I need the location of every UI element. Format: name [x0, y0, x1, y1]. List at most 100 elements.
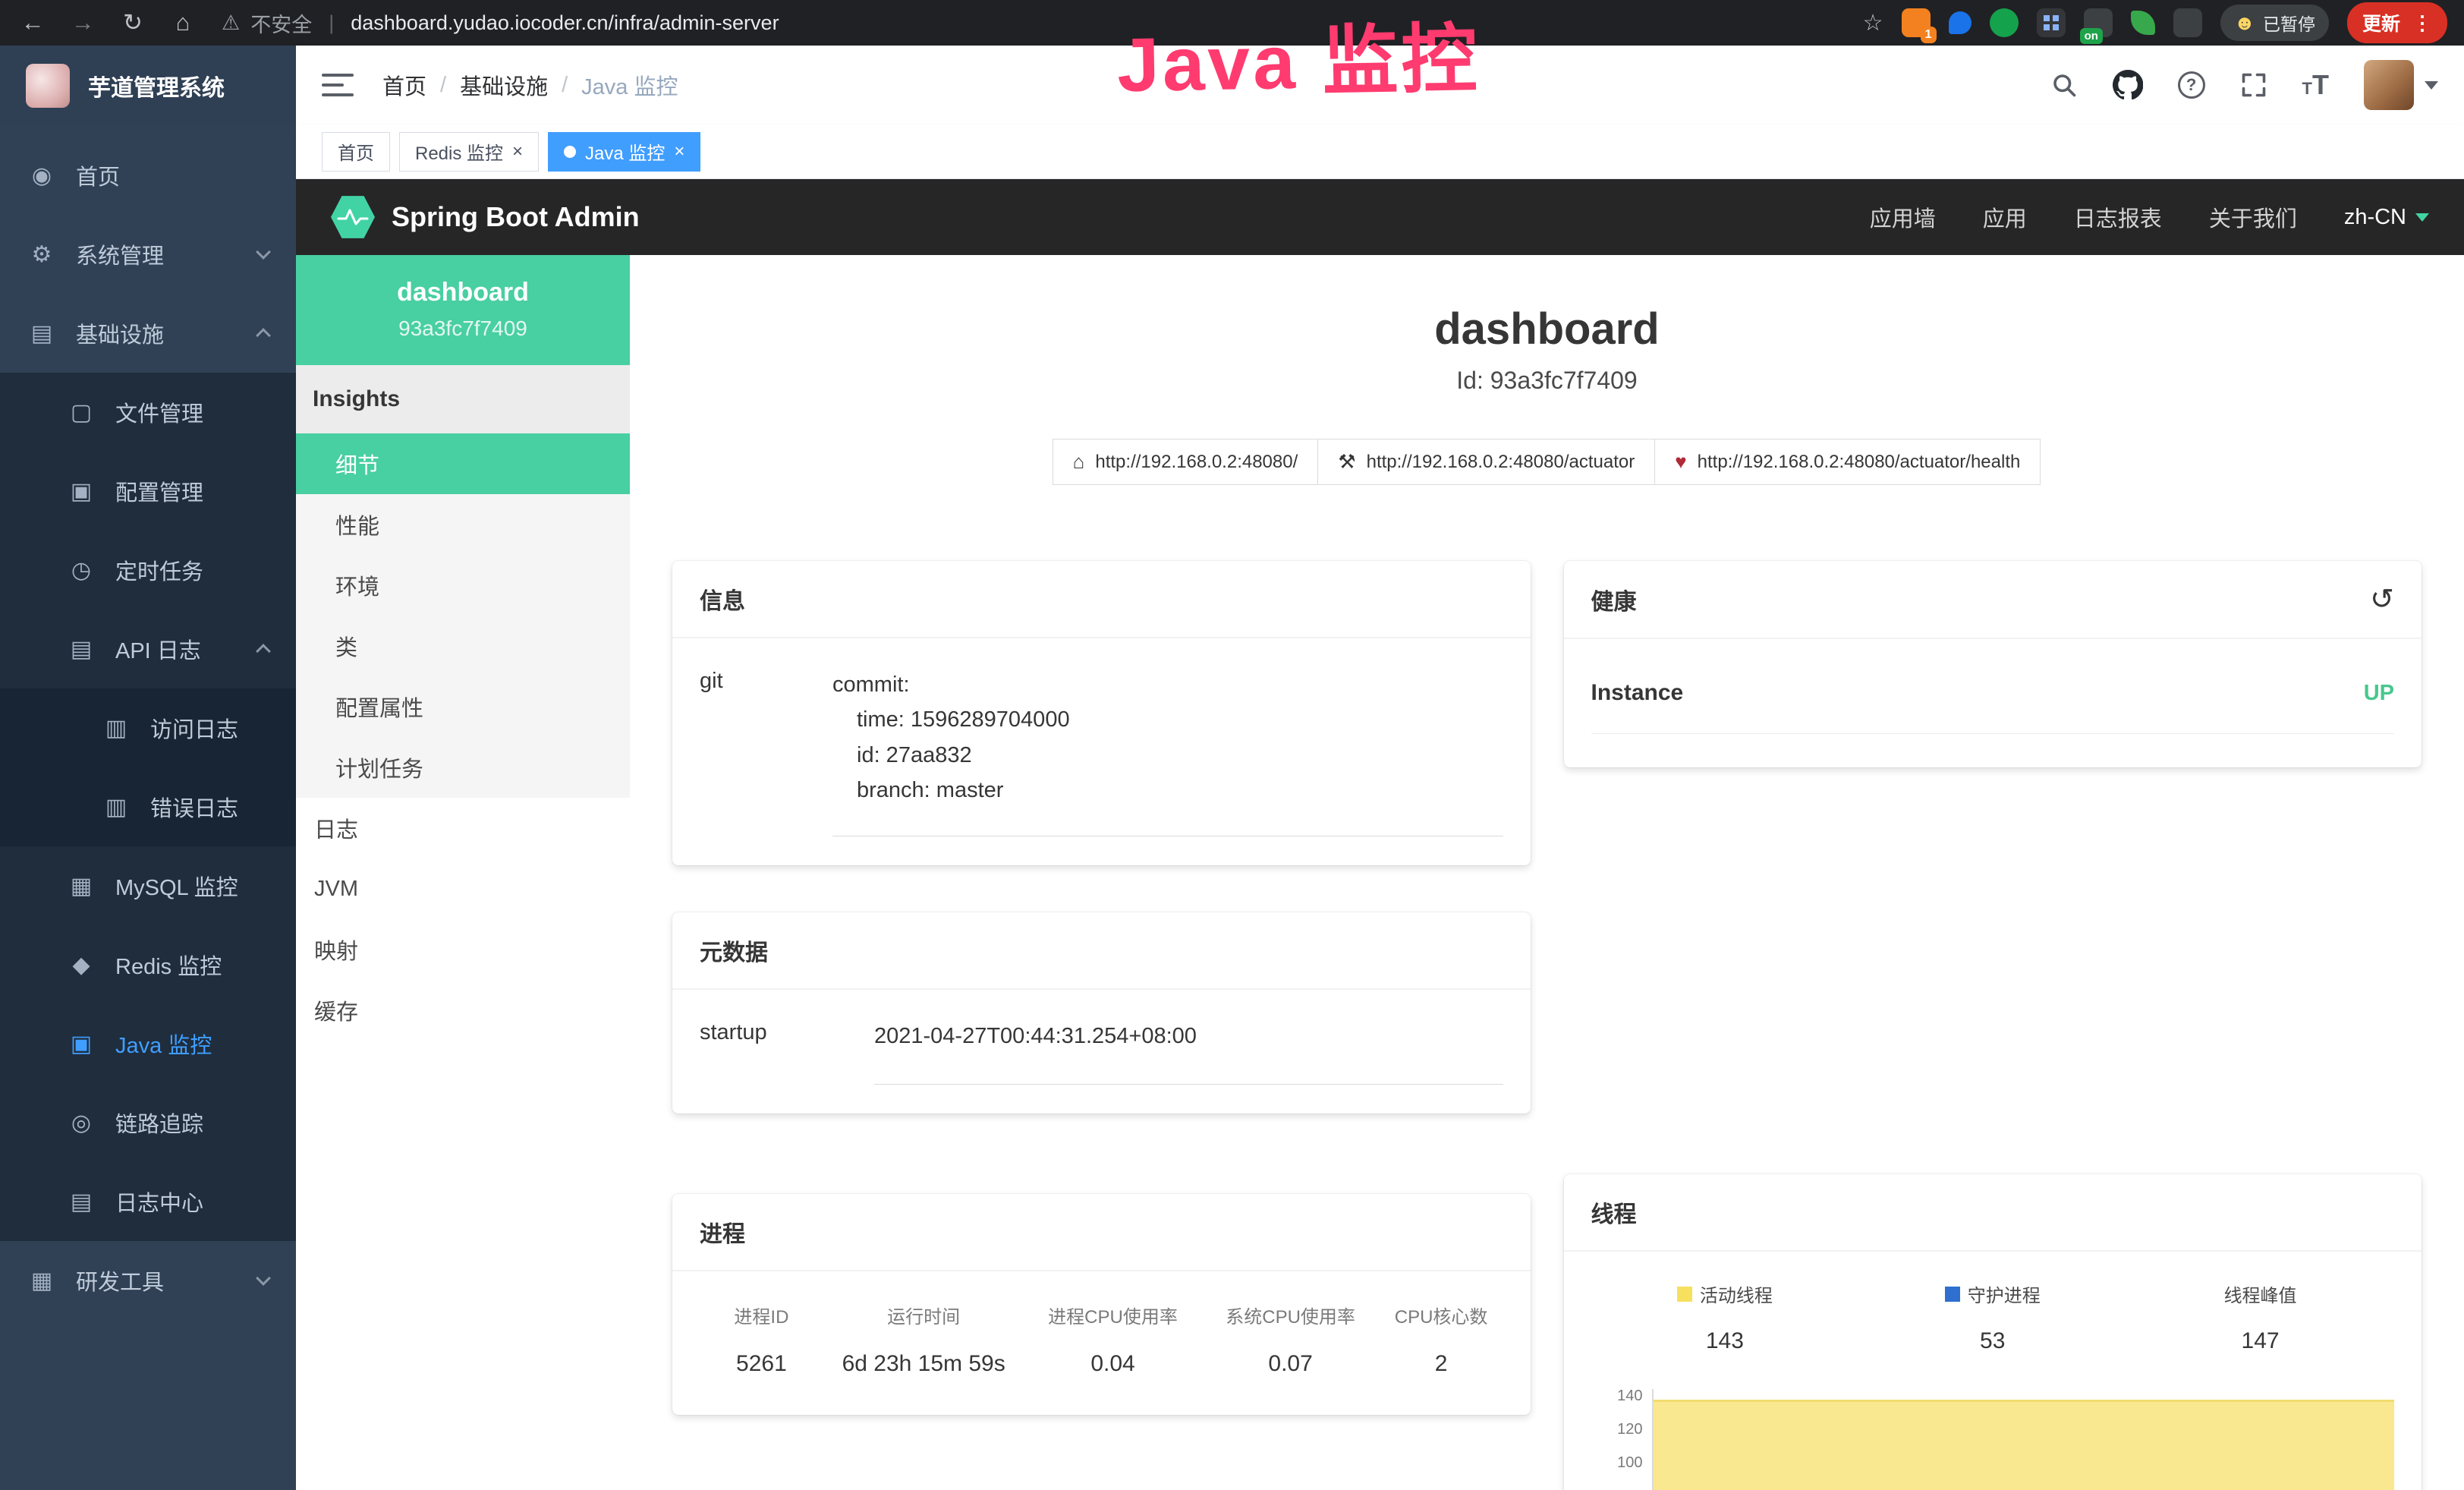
extension-drop-icon[interactable] [1949, 11, 1972, 34]
extension-grid-icon[interactable] [2037, 8, 2066, 37]
browser-home-button[interactable]: ⌂ [167, 9, 199, 36]
avatar[interactable] [2364, 60, 2414, 110]
smiley-icon: ☻ [2234, 11, 2255, 35]
paused-extension-pill[interactable]: ☻ 已暂停 [2220, 5, 2329, 41]
instance-link-root[interactable]: ⌂ http://192.168.0.2:48080/ [1053, 439, 1319, 485]
extension-leaf-icon[interactable] [2131, 11, 2155, 35]
process-col-header: CPU核心数 [1380, 1302, 1503, 1328]
sidebar-item-file-management[interactable]: ▢ 文件管理 [0, 373, 296, 452]
tab-java-monitor[interactable]: Java 监控 × [548, 132, 700, 172]
close-icon[interactable]: × [512, 143, 523, 161]
process-card: 进程 进程ID 5261 运行时间 [672, 1194, 1531, 1415]
search-icon[interactable] [2050, 71, 2078, 99]
sidebar-item-access-logs[interactable]: ▥ 访问日志 [0, 688, 296, 767]
tab-redis-monitor[interactable]: Redis 监控 × [399, 132, 539, 172]
fullscreen-icon[interactable] [2240, 71, 2267, 99]
breadcrumb-home[interactable]: 首页 [382, 69, 426, 101]
sba-locale-select[interactable]: zh-CN [2344, 205, 2429, 230]
sidebar-item-mysql-monitor[interactable]: ▦ MySQL 监控 [0, 846, 296, 925]
extension-fox-icon[interactable]: 1 [1902, 8, 1931, 37]
sidebar-item-error-logs[interactable]: ▥ 错误日志 [0, 767, 296, 846]
sba-item-metrics[interactable]: 性能 [296, 494, 630, 555]
sba-nav-applications[interactable]: 应用 [1983, 201, 2027, 233]
browser-reload-button[interactable]: ↻ [117, 9, 149, 36]
y-tick: 100 [1617, 1456, 1642, 1489]
sba-nav-journal[interactable]: 日志报表 [2074, 201, 2162, 233]
sidebar-item-home[interactable]: ◉ 首页 [0, 136, 296, 215]
sba-header: Spring Boot Admin 应用墙 应用 日志报表 关于我们 zh-CN [296, 179, 2464, 255]
url-text: dashboard.yudao.iocoder.cn/infra/admin-s… [351, 11, 779, 35]
sba-item-jvm[interactable]: JVM [296, 858, 630, 919]
sidebar-item-log-center[interactable]: ▤ 日志中心 [0, 1162, 296, 1241]
tab-label: 首页 [338, 138, 374, 165]
sba-item-classes[interactable]: 类 [296, 616, 630, 676]
extension-plug-icon[interactable] [2173, 8, 2202, 37]
browser-back-button[interactable]: ← [17, 9, 49, 36]
sidebar-item-label: 文件管理 [115, 396, 203, 428]
sidebar-item-redis-monitor[interactable]: ◆ Redis 监控 [0, 925, 296, 1004]
threads-chart-plot [1652, 1389, 2395, 1490]
sidebar-item-api-logs[interactable]: ▤ API 日志 [0, 610, 296, 688]
threads-card: 线程 活动线程 143 [1564, 1174, 2422, 1490]
sba-item-environment[interactable]: 环境 [296, 555, 630, 616]
tab-home[interactable]: 首页 [322, 132, 390, 172]
breadcrumb-infrastructure[interactable]: 基础设施 [460, 69, 548, 101]
daemon-threads-swatch [1945, 1287, 1960, 1302]
address-bar[interactable]: ⚠ 不安全 | dashboard.yudao.iocoder.cn/infra… [222, 8, 779, 38]
sidebar-item-infrastructure[interactable]: ▤ 基础设施 [0, 294, 296, 373]
peak-threads-label: 线程峰值 [2224, 1281, 2297, 1307]
sba-instance-header[interactable]: dashboard 93a3fc7f7409 [296, 255, 630, 365]
sba-item-caches[interactable]: 缓存 [296, 980, 630, 1041]
process-col-value: 0.07 [1202, 1351, 1380, 1377]
sidebar-item-system-management[interactable]: ⚙ 系统管理 [0, 215, 296, 294]
browser-forward-button[interactable]: → [67, 9, 99, 36]
sidebar-item-dev-tools[interactable]: ▦ 研发工具 [0, 1241, 296, 1320]
process-card-title: 进程 [672, 1194, 1531, 1271]
sba-nav-wallboard[interactable]: 应用墙 [1870, 201, 1936, 233]
user-menu[interactable] [2364, 60, 2438, 110]
extension-switch-icon[interactable]: on [2084, 8, 2113, 37]
sidebar-item-java-monitor[interactable]: ▣ Java 监控 [0, 1004, 296, 1083]
heart-icon: ♥ [1675, 450, 1686, 474]
github-icon[interactable] [2113, 70, 2143, 100]
sba-item-details[interactable]: 细节 [296, 433, 630, 494]
home-icon: ⌂ [1073, 450, 1085, 474]
dev-tools-icon: ▦ [27, 1268, 56, 1294]
sba-item-mappings[interactable]: 映射 [296, 919, 630, 980]
sba-item-config-props[interactable]: 配置属性 [296, 676, 630, 737]
breadcrumb: 首页 / 基础设施 / Java 监控 [382, 69, 678, 101]
sidebar-item-config-management[interactable]: ▣ 配置管理 [0, 452, 296, 531]
extension-green-icon[interactable] [1990, 8, 2019, 37]
java-monitor-icon: ▣ [67, 1031, 96, 1057]
spring-boot-admin-logo-icon[interactable] [331, 195, 375, 239]
tab-label: Java 监控 [585, 138, 665, 165]
sba-nav-about[interactable]: 关于我们 [2209, 201, 2297, 233]
hamburger-icon[interactable] [322, 74, 354, 96]
browser-update-button[interactable]: 更新 ⋮ [2347, 2, 2447, 43]
history-icon[interactable]: ↺ [2370, 582, 2394, 616]
caret-down-icon [2425, 81, 2438, 90]
sba-item-scheduled-tasks[interactable]: 计划任务 [296, 737, 630, 798]
sidebar-item-trace[interactable]: ◎ 链路追踪 [0, 1083, 296, 1162]
font-size-icon[interactable]: TT [2302, 69, 2329, 101]
threads-chart-y-axis: 140 120 100 [1591, 1389, 1652, 1490]
error-log-icon: ▥ [102, 794, 131, 821]
instance-link-actuator[interactable]: ⚒ http://192.168.0.2:48080/actuator [1317, 439, 1655, 485]
access-log-icon: ▥ [102, 715, 131, 742]
bookmark-star-icon[interactable]: ☆ [1863, 10, 1883, 36]
sba-item-logs[interactable]: 日志 [296, 798, 630, 858]
close-icon[interactable]: × [674, 143, 684, 161]
git-id-line: id: 27aa832 [832, 738, 1503, 773]
health-instance-row: Instance UP [1591, 669, 2395, 734]
git-time-line: time: 1596289704000 [832, 702, 1503, 737]
sba-brand-title[interactable]: Spring Boot Admin [392, 201, 640, 233]
sidebar-item-scheduled-jobs[interactable]: ◷ 定时任务 [0, 531, 296, 610]
dashboard-icon: ◉ [27, 162, 56, 189]
instance-link-health[interactable]: ♥ http://192.168.0.2:48080/actuator/heal… [1654, 439, 2041, 485]
help-icon[interactable]: ? [2178, 71, 2205, 99]
info-card-title: 信息 [672, 561, 1531, 638]
link-label: http://192.168.0.2:48080/ [1095, 452, 1298, 473]
info-key: git [700, 667, 832, 836]
browser-menu-icon[interactable]: ⋮ [2412, 11, 2432, 35]
app-logo[interactable]: 芋道管理系统 [0, 46, 296, 125]
